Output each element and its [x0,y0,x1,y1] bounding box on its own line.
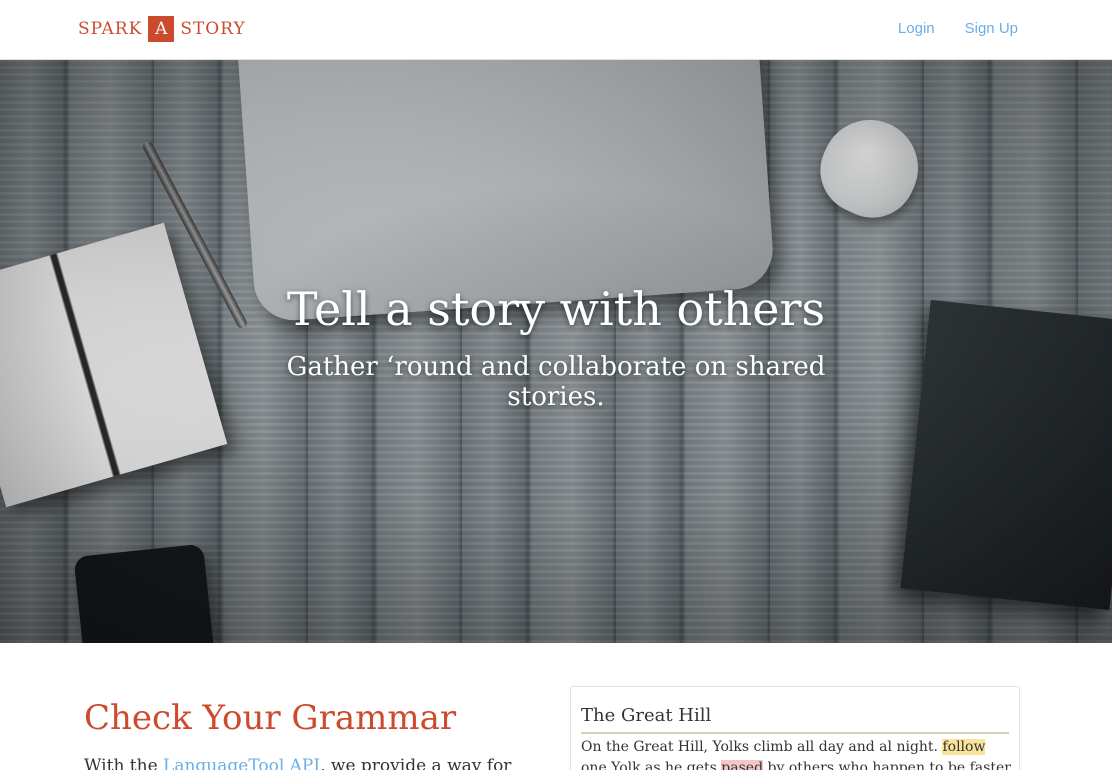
nav-links: Login Sign Up [898,20,1018,37]
hero-title: Tell a story with others [286,282,826,336]
logo-box: A [148,16,175,42]
sample-story-text: On the Great Hill, Yolks climb all day a… [581,737,1011,770]
section-title: Check Your Grammar [84,698,457,738]
hero-subtitle: Gather ‘round and collaborate on shared … [286,352,826,412]
story-text-1: On the Great Hill, Yolks climb all day a… [581,739,943,755]
logo-text-right: STORY [180,19,246,39]
body-prefix: With the [84,756,164,770]
brand-logo[interactable]: SPARK A STORY [78,16,246,42]
spelling-highlight-error[interactable]: pased [721,760,764,770]
sample-story-title: The Great Hill [581,705,712,726]
login-link[interactable]: Login [898,20,935,37]
grammar-highlight-warning[interactable]: follow [942,739,986,755]
section-body: With the LanguageTool API, we provide a … [84,756,534,770]
logo-text-left: SPARK [78,19,143,39]
divider [581,732,1009,734]
languagetool-link[interactable]: LanguageTool API [163,756,320,770]
story-text-2: one Yolk as he gets [581,760,722,770]
body-suffix: , we provide a way for [320,756,512,770]
navbar: SPARK A STORY Login Sign Up [0,0,1112,60]
sample-story-card: The Great Hill On the Great Hill, Yolks … [570,686,1020,770]
signup-link[interactable]: Sign Up [965,20,1018,37]
